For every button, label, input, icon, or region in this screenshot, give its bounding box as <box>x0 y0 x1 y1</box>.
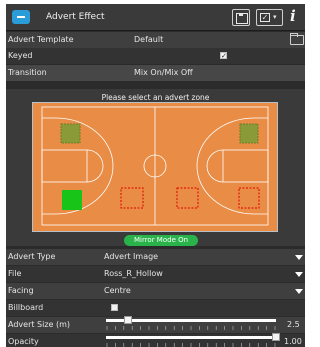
title-bar: Advert Effect ✓ ▾ i <box>6 4 305 31</box>
panel-title: Advert Effect <box>46 12 105 22</box>
advert-template-row: Advert Template Default <box>6 32 305 48</box>
opacity-slider-track[interactable] <box>106 336 276 339</box>
opacity-value: 1.00 <box>284 337 302 346</box>
advert-type-dropdown-icon[interactable] <box>295 255 303 260</box>
advert-size-slider-ticks <box>106 326 276 330</box>
advert-template-label: Advert Template <box>8 35 74 44</box>
check-icon: ✓ <box>260 13 270 22</box>
file-label: File <box>8 269 22 278</box>
zone-left-top[interactable] <box>60 123 81 144</box>
transition-label: Transition <box>8 68 47 77</box>
zone-right-top[interactable] <box>239 123 259 144</box>
file-value[interactable]: Ross_R_Hollow <box>104 266 163 282</box>
facing-value[interactable]: Centre <box>104 283 131 299</box>
opacity-slider-thumb[interactable] <box>272 333 280 341</box>
billboard-row: Billboard <box>6 300 305 316</box>
zone-left-bottom[interactable] <box>62 190 82 210</box>
transition-value[interactable]: Mix On/Mix Off <box>134 65 193 81</box>
advert-type-label: Advert Type <box>8 252 56 261</box>
billboard-checkbox[interactable] <box>111 304 118 311</box>
opacity-slider-ticks <box>106 343 276 347</box>
advert-zone-selector: Please select an advert zone <box>6 89 305 246</box>
file-row: File Ross_R_Hollow <box>6 266 305 282</box>
basketball-court <box>32 102 278 232</box>
advert-size-value: 2.5 <box>287 320 300 329</box>
advert-template-value[interactable]: Default <box>134 32 163 48</box>
advert-size-slider-thumb[interactable] <box>124 316 133 324</box>
opacity-row: Opacity 1.00 <box>6 333 305 347</box>
opacity-label: Opacity <box>8 337 39 346</box>
advert-type-value[interactable]: Advert Image <box>104 249 158 265</box>
zone-prompt: Please select an advert zone <box>101 93 210 102</box>
advert-size-row: Advert Size (m) 2.5 <box>6 316 305 333</box>
advert-effect-panel: Advert Effect ✓ ▾ i Advert Template Defa… <box>6 4 305 347</box>
keyed-label: Keyed <box>8 51 33 60</box>
mirror-mode-button[interactable]: Mirror Mode On <box>124 235 198 246</box>
save-button[interactable] <box>232 9 250 26</box>
apply-dropdown-button[interactable]: ✓ ▾ <box>256 9 283 26</box>
facing-dropdown-icon[interactable] <box>295 289 303 294</box>
info-icon[interactable]: i <box>290 7 296 25</box>
chevron-down-icon: ▾ <box>273 13 277 21</box>
advert-icon <box>12 10 30 24</box>
facing-label: Facing <box>8 286 34 295</box>
advert-size-label: Advert Size (m) <box>8 320 71 329</box>
transition-row: Transition Mix On/Mix Off <box>6 65 305 81</box>
billboard-label: Billboard <box>8 303 44 312</box>
keyed-row: Keyed ✓ <box>6 48 305 64</box>
folder-icon[interactable] <box>290 33 304 45</box>
facing-row: Facing Centre <box>6 283 305 299</box>
keyed-checkbox[interactable]: ✓ <box>220 52 227 60</box>
advert-type-row: Advert Type Advert Image <box>6 249 305 265</box>
file-dropdown-icon[interactable] <box>295 272 303 277</box>
